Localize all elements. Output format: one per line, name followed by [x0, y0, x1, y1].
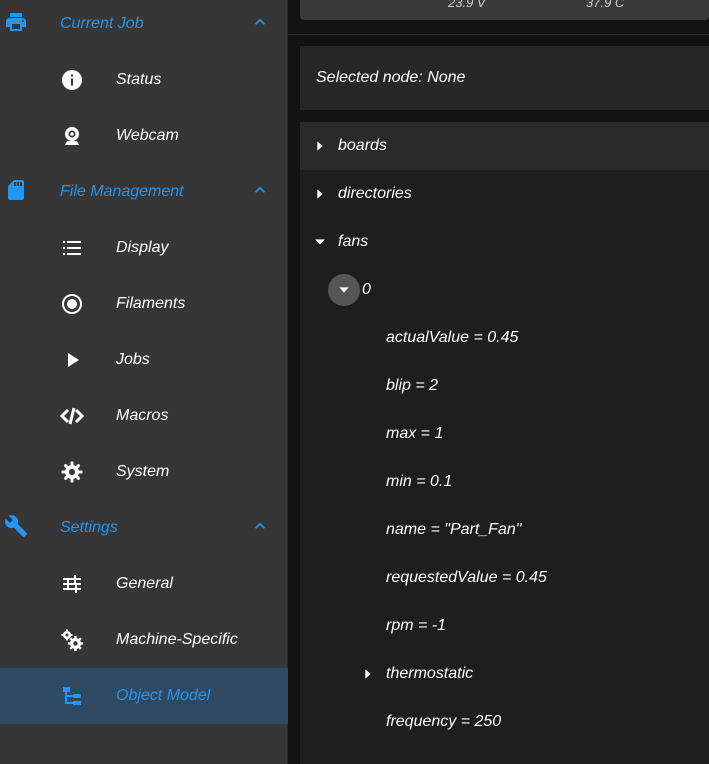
radiobox-icon [62, 294, 82, 314]
list-icon [63, 241, 81, 255]
tree-node-label: fans [338, 233, 369, 250]
nav-item-macros[interactable]: Macros [0, 388, 288, 444]
chevron-up-icon[interactable] [250, 180, 270, 200]
group-file-management[interactable]: File Management [0, 164, 288, 220]
caret-right-icon[interactable] [312, 186, 328, 202]
tree-node-directories[interactable]: directories [300, 170, 709, 218]
tree-leaf-text: max = 1 [386, 425, 444, 442]
play-icon [68, 353, 79, 367]
nav-label-jobs: Jobs [116, 351, 150, 368]
tree-node-label: thermostatic [386, 665, 474, 682]
nav-item-machine-specific[interactable]: Machine-Specific [0, 612, 288, 668]
nav-item-webcam[interactable]: Webcam [0, 108, 288, 164]
tree-leaf-actual-value[interactable]: actualValue = 0.45 [386, 314, 518, 362]
tree-node-boards[interactable]: boards [300, 122, 709, 170]
tree-leaf-rpm[interactable]: rpm = -1 [386, 602, 446, 650]
caret-right-icon[interactable] [360, 666, 376, 682]
caret-down-icon[interactable] [312, 234, 328, 250]
group-label-current-job: Current Job [60, 15, 144, 32]
info-icon [62, 70, 82, 90]
tree-node-label: 0 [362, 281, 371, 298]
tree-leaf-text: requestedValue = 0.45 [386, 569, 547, 586]
gear-icon [61, 461, 83, 483]
nav-label-display: Display [116, 239, 169, 256]
object-model-tree: boards directories fans 0 actualValue = … [300, 122, 709, 764]
printer-icon [6, 13, 26, 31]
nav-label-macros: Macros [116, 407, 169, 424]
tree-node-fan-0[interactable]: 0 [300, 266, 709, 314]
nav-label-object-model: Object Model [116, 687, 211, 704]
wrench-icon [4, 515, 27, 537]
tree-leaf-text: rpm = -1 [386, 617, 447, 634]
nav-item-jobs[interactable]: Jobs [0, 332, 288, 388]
tree-leaf-text: frequency = 250 [386, 713, 502, 730]
tree-leaf-max[interactable]: max = 1 [386, 410, 443, 458]
webcam-icon [65, 127, 79, 145]
chevron-up-icon[interactable] [250, 12, 270, 32]
divider [288, 34, 709, 35]
tree-leaf-requested-value[interactable]: requestedValue = 0.45 [386, 554, 547, 602]
cogs-icon [61, 629, 83, 651]
code-icon [60, 407, 84, 425]
sd-card-icon [8, 180, 24, 200]
selected-node-label: Selected node: None [316, 69, 466, 86]
nav-label-webcam: Webcam [116, 127, 179, 144]
group-settings[interactable]: Settings [0, 500, 288, 556]
voltage-value: 23.9 V [448, 0, 486, 10]
file-tree-icon [63, 687, 81, 705]
nav-label-system: System [116, 463, 170, 480]
nav-item-system[interactable]: System [0, 444, 288, 500]
tree-leaf-text: blip = 2 [386, 377, 439, 394]
status-card: 23.9 V 37.9 C [300, 0, 709, 20]
tree-leaf-text: name = "Part_Fan" [386, 521, 522, 538]
nav-label-general: General [116, 575, 173, 592]
nav-item-object-model[interactable]: Object Model [0, 668, 288, 724]
tree-leaf-text: actualValue = 0.45 [386, 329, 519, 346]
tree-node-fans[interactable]: fans [300, 218, 709, 266]
tune-icon [63, 575, 81, 593]
chevron-up-icon[interactable] [250, 516, 270, 536]
nav-label-status: Status [116, 71, 162, 88]
tree-leaf-frequency[interactable]: frequency = 250 [386, 698, 501, 746]
nav-item-filaments[interactable]: Filaments [0, 276, 288, 332]
group-current-job[interactable]: Current Job [0, 0, 288, 52]
nav-item-status[interactable]: Status [0, 52, 288, 108]
nav-label-filaments: Filaments [116, 295, 186, 312]
navigation-drawer: Current Job Status Webcam File Managemen… [0, 0, 288, 764]
group-label-file-management: File Management [60, 183, 184, 200]
tree-leaf-name[interactable]: name = "Part_Fan" [386, 506, 521, 554]
group-label-settings: Settings [60, 519, 118, 536]
nav-label-machine-specific: Machine-Specific [116, 631, 238, 648]
temperature-value: 37.9 C [586, 0, 625, 10]
tree-node-thermostatic[interactable]: thermostatic [360, 650, 709, 698]
tree-leaf-text: min = 0.1 [386, 473, 453, 490]
nav-item-general[interactable]: General [0, 556, 288, 612]
caret-down-icon[interactable] [336, 282, 352, 298]
tree-node-label: directories [338, 185, 412, 202]
tree-node-label: boards [338, 137, 387, 154]
selected-node-card: Selected node: None [300, 46, 709, 110]
tree-leaf-min[interactable]: min = 0.1 [386, 458, 452, 506]
tree-leaf-blip[interactable]: blip = 2 [386, 362, 438, 410]
nav-item-display[interactable]: Display [0, 220, 288, 276]
caret-right-icon[interactable] [312, 138, 328, 154]
